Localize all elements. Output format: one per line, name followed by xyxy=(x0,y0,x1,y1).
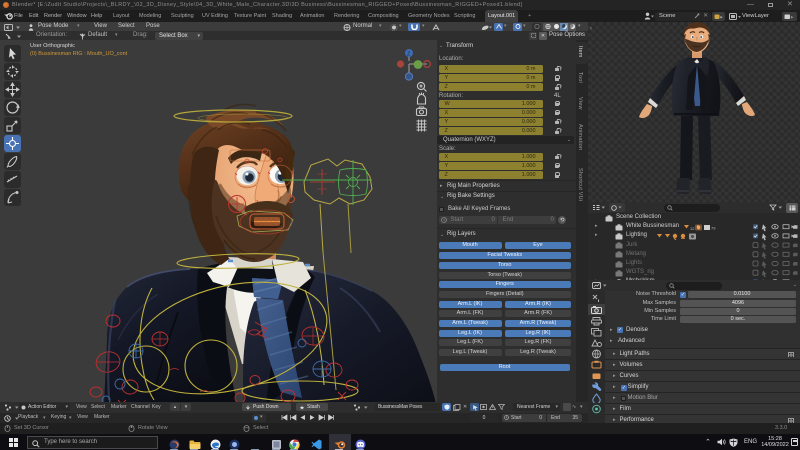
svg-text:12: 12 xyxy=(690,226,695,231)
svg-text:79: 79 xyxy=(711,225,716,230)
